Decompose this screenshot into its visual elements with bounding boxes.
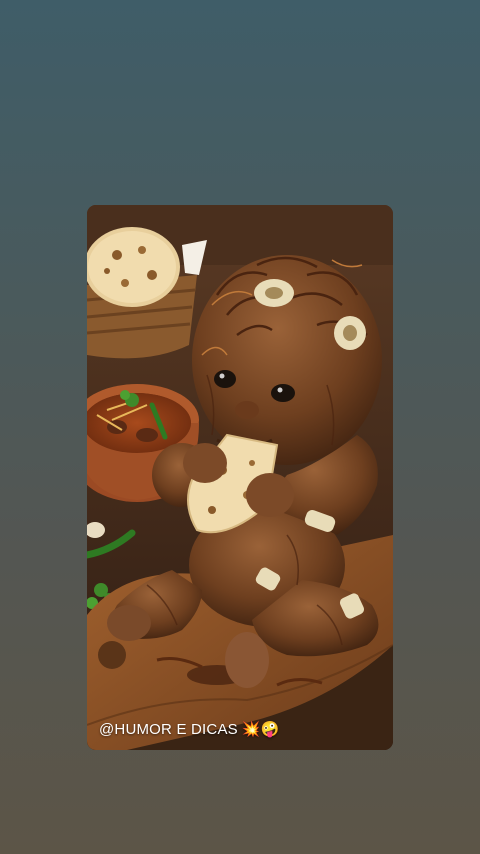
caption-emojis: 💥🤪	[241, 720, 280, 738]
caption-handle: @HUMOR E DICAS	[99, 720, 238, 738]
story-photo	[87, 205, 393, 750]
story-card[interactable]: @HUMOR E DICAS 💥🤪	[87, 205, 393, 750]
caption: @HUMOR E DICAS 💥🤪	[99, 720, 280, 738]
